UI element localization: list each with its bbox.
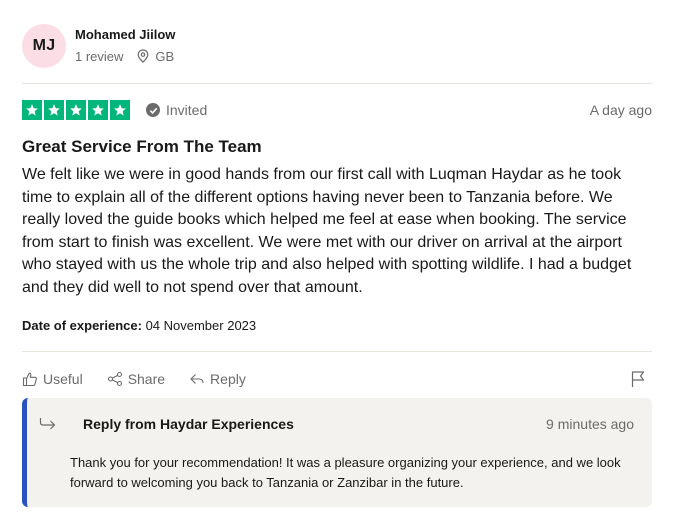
reply-time: 9 minutes ago	[546, 416, 634, 432]
star-icon	[66, 100, 86, 120]
useful-label: Useful	[43, 371, 83, 387]
review-actions: Useful Share Reply	[22, 368, 652, 390]
consumer-header: MJ Mohamed Jiilow 1 review GB	[22, 23, 175, 69]
location-pin-icon	[138, 49, 149, 63]
star-icon	[22, 100, 42, 120]
experience-label: Date of experience:	[22, 318, 142, 333]
share-icon	[107, 371, 122, 387]
reply-text: Thank you for your recommendation! It wa…	[70, 455, 621, 490]
rating-row: Invited A day ago	[22, 100, 652, 120]
share-label: Share	[127, 371, 166, 387]
review-card: MJ Mohamed Jiilow 1 review GB Invited A …	[0, 0, 674, 531]
reply-header: Reply from Haydar Experiences 9 minutes …	[39, 416, 634, 432]
thumbs-up-icon	[22, 372, 37, 387]
actions-divider	[22, 351, 652, 352]
reply-label: Reply	[210, 371, 246, 387]
date-of-experience: Date of experience: 04 November 2023	[22, 318, 256, 333]
star-icon	[110, 100, 130, 120]
review-date: A day ago	[589, 102, 652, 118]
header-divider	[22, 83, 652, 84]
consumer-location: GB	[137, 49, 174, 64]
company-reply: Reply from Haydar Experiences 9 minutes …	[22, 398, 652, 507]
star-rating	[22, 100, 130, 120]
experience-date: 04 November 2023	[145, 318, 257, 333]
flag-button[interactable]	[630, 370, 646, 388]
consumer-country: GB	[155, 48, 175, 64]
consumer-info: Mohamed Jiilow 1 review GB	[75, 27, 175, 64]
share-button[interactable]: Share	[107, 371, 165, 387]
consumer-name[interactable]: Mohamed Jiilow	[75, 27, 175, 42]
reply-button[interactable]: Reply	[189, 371, 246, 387]
avatar[interactable]: MJ	[22, 24, 66, 68]
reply-indicator-icon	[39, 417, 61, 431]
consumer-meta: 1 review GB	[75, 49, 175, 64]
review-title[interactable]: Great Service From The Team	[22, 137, 262, 157]
star-icon	[44, 100, 64, 120]
star-icon	[88, 100, 108, 120]
check-circle-icon	[146, 103, 160, 117]
verification-badge[interactable]: Invited	[146, 102, 207, 118]
review-count: 1 review	[75, 48, 124, 64]
review-body: We felt like we were in good hands from …	[22, 166, 632, 296]
reply-title: Reply from Haydar Experiences	[83, 416, 294, 432]
useful-button[interactable]: Useful	[22, 371, 83, 387]
reply-arrow-icon	[190, 374, 204, 384]
verification-label: Invited	[166, 102, 208, 118]
flag-icon	[631, 371, 645, 387]
